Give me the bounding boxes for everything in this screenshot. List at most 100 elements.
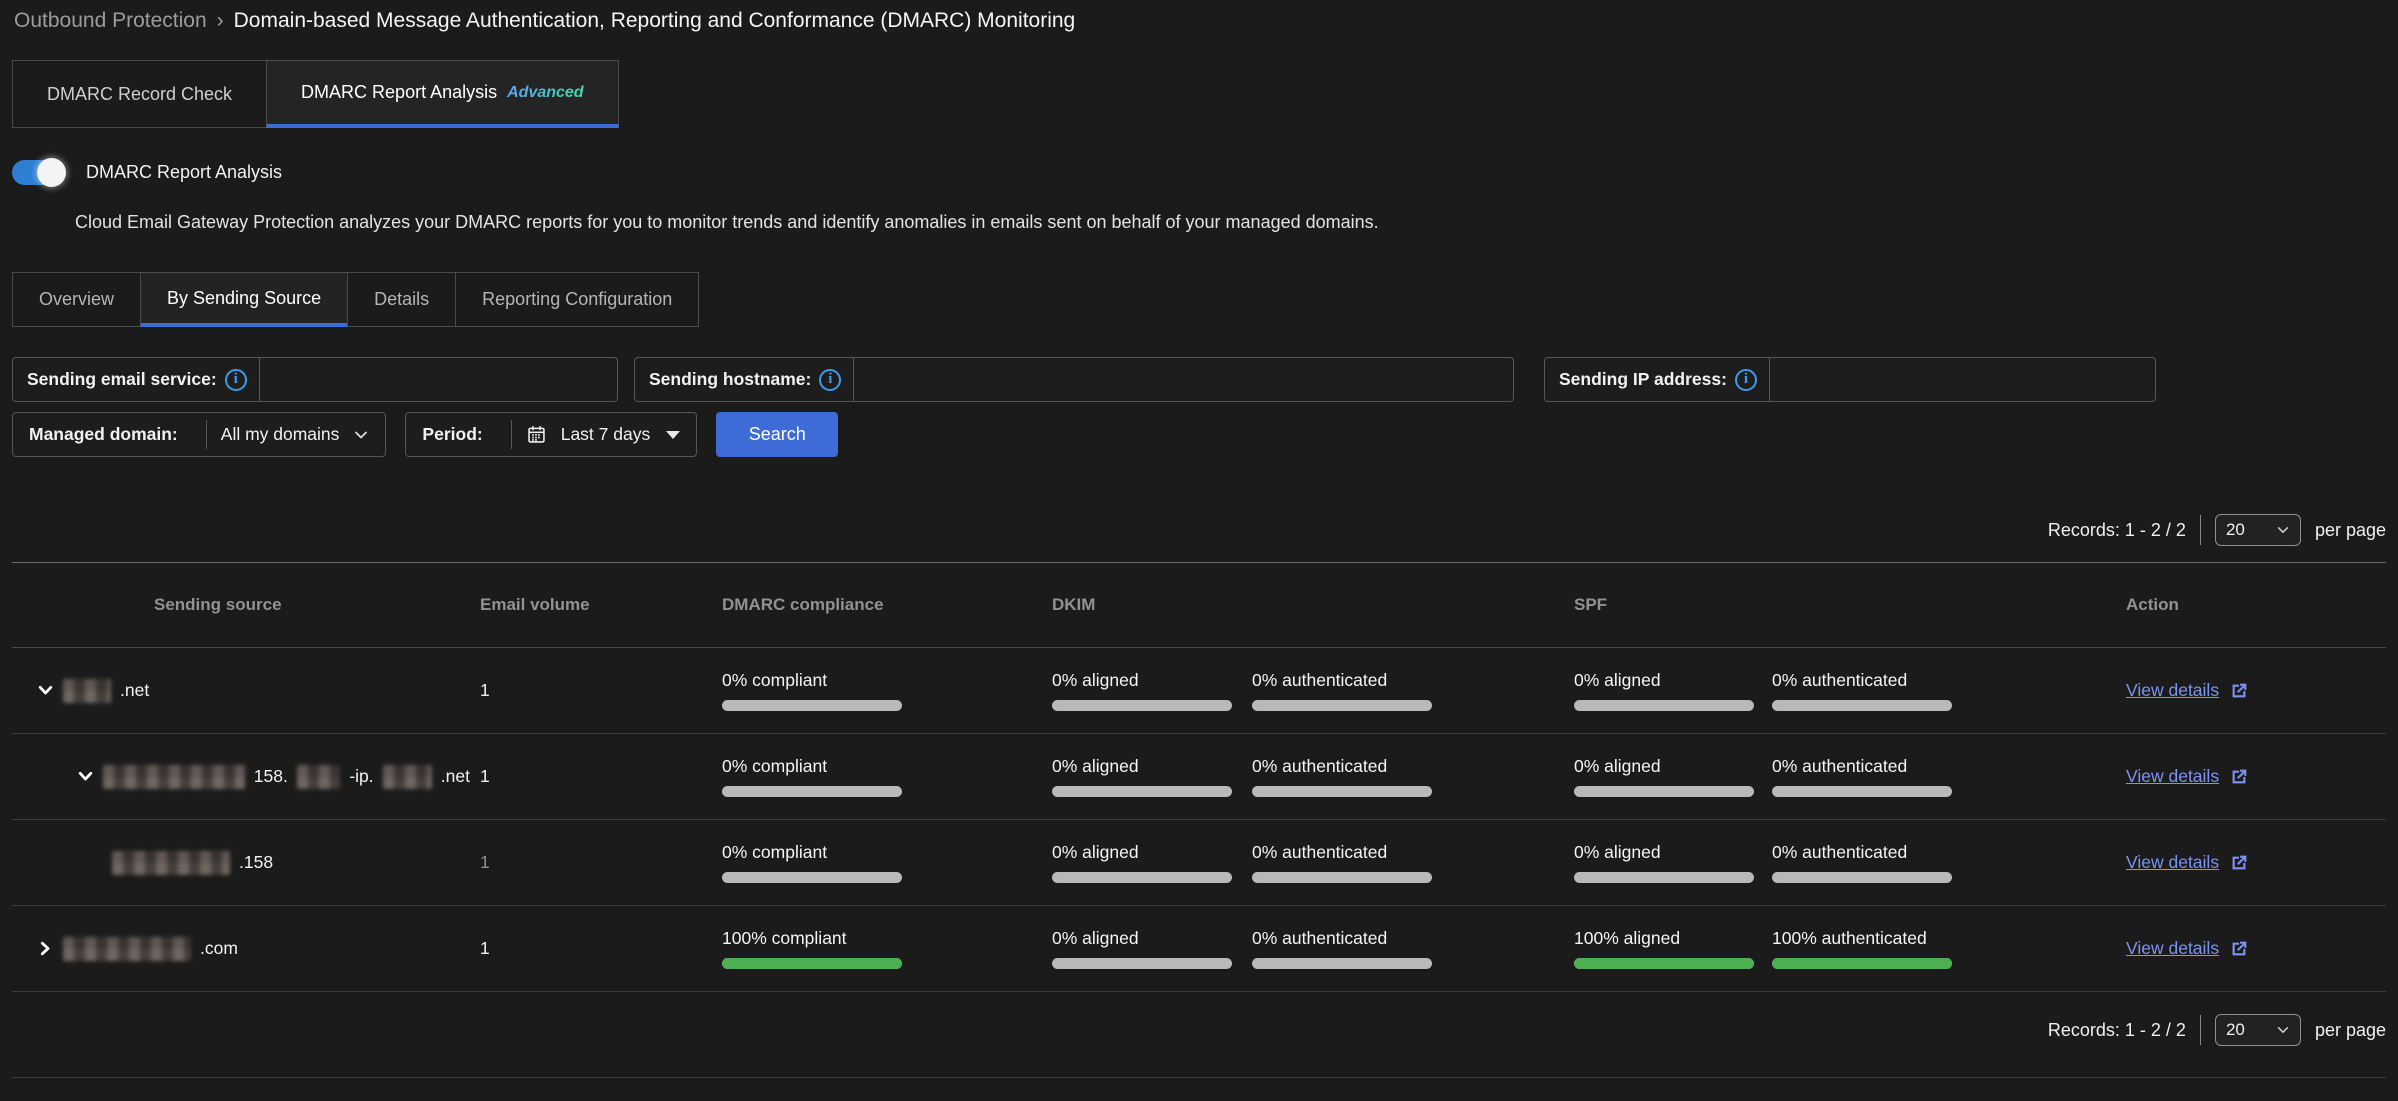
view-details-link[interactable]: View details bbox=[2126, 852, 2219, 873]
spf-authenticated-cell: 0% authenticated bbox=[1762, 670, 2092, 711]
feature-description: Cloud Email Gateway Protection analyzes … bbox=[75, 212, 1379, 233]
email-volume-cell: 1 bbox=[470, 852, 712, 873]
filter-row-actions: Managed domain: All my domains Period: bbox=[12, 412, 838, 457]
table-row: .com1100% compliant0% aligned0% authenti… bbox=[12, 906, 2386, 992]
redacted-text bbox=[103, 765, 245, 789]
metric-bar-fill bbox=[1574, 958, 1754, 969]
sub-tab-by-sending-source[interactable]: By Sending Source bbox=[140, 272, 347, 327]
redacted-text bbox=[63, 937, 191, 961]
metric-label: 0% aligned bbox=[1574, 756, 1762, 777]
metric-label: 0% compliant bbox=[722, 670, 1042, 691]
view-details-link[interactable]: View details bbox=[2126, 680, 2219, 701]
sending-source-cell: .net bbox=[12, 679, 470, 703]
info-icon[interactable]: i bbox=[225, 369, 247, 391]
metric-bar bbox=[1574, 872, 1754, 883]
dmarc-compliance-cell: 100% compliant bbox=[712, 928, 1042, 969]
email-volume-cell: 1 bbox=[470, 680, 712, 701]
collapse-chevron-icon[interactable] bbox=[76, 768, 94, 785]
metric-bar bbox=[722, 872, 902, 883]
metric-bar bbox=[722, 700, 902, 711]
page-size-select[interactable]: 20 bbox=[2215, 514, 2301, 546]
action-cell: View details bbox=[2092, 938, 2386, 960]
sub-tab-details[interactable]: Details bbox=[347, 272, 455, 327]
expand-chevron-icon[interactable] bbox=[36, 940, 54, 957]
redacted-text bbox=[112, 851, 230, 875]
redacted-text bbox=[297, 765, 340, 789]
pagination-top: Records: 1 - 2 / 2 20 per page bbox=[2048, 514, 2386, 546]
col-spf: SPF bbox=[1564, 595, 1762, 615]
divider bbox=[2200, 1015, 2201, 1045]
filter-row-fields: Sending email service: i Sending hostname:… bbox=[12, 357, 2156, 402]
dmarc-report-analysis-toggle[interactable] bbox=[12, 160, 64, 185]
chevron-down-icon bbox=[353, 427, 369, 443]
external-link-icon[interactable] bbox=[2228, 680, 2250, 702]
spf-aligned-cell: 0% aligned bbox=[1564, 842, 1762, 883]
info-icon[interactable]: i bbox=[819, 369, 841, 391]
view-details-link[interactable]: View details bbox=[2126, 766, 2219, 787]
page-size-value: 20 bbox=[2226, 1020, 2245, 1040]
sending-ip-address-input[interactable] bbox=[1770, 358, 2155, 401]
table-row: .net10% compliant0% aligned0% authentica… bbox=[12, 648, 2386, 734]
sub-tab-reporting-configuration[interactable]: Reporting Configuration bbox=[455, 272, 699, 327]
sending-email-service-input[interactable] bbox=[260, 358, 617, 401]
managed-domain-select[interactable]: Managed domain: All my domains bbox=[12, 412, 386, 457]
metric-label: 0% authenticated bbox=[1252, 756, 1564, 777]
tab-label: Details bbox=[374, 289, 429, 310]
sub-tab-overview[interactable]: Overview bbox=[12, 272, 140, 327]
managed-domain-value: All my domains bbox=[221, 424, 340, 445]
period-label: Period: bbox=[422, 424, 482, 445]
filter-label: Sending email service: bbox=[27, 369, 217, 390]
period-select[interactable]: Period: Last 7 days bbox=[405, 412, 697, 457]
filter-field-sending-email-service: Sending email service: i bbox=[12, 357, 618, 402]
metric-label: 0% authenticated bbox=[1772, 670, 2092, 691]
info-icon[interactable]: i bbox=[1735, 369, 1757, 391]
external-link-icon[interactable] bbox=[2228, 852, 2250, 874]
sending-hostname-input[interactable] bbox=[854, 358, 1513, 401]
redacted-text bbox=[383, 765, 432, 789]
dkim-aligned-cell: 0% aligned bbox=[1042, 928, 1242, 969]
external-link-icon[interactable] bbox=[2228, 766, 2250, 788]
breadcrumb-parent-link[interactable]: Outbound Protection bbox=[14, 9, 207, 32]
divider bbox=[2200, 515, 2201, 545]
metric-label: 0% aligned bbox=[1052, 756, 1242, 777]
source-text: .net bbox=[441, 766, 470, 787]
source-text: .com bbox=[200, 938, 238, 959]
metric-bar bbox=[1772, 958, 1952, 969]
per-page-label: per page bbox=[2315, 1020, 2386, 1041]
main-tab-bar: DMARC Record CheckDMARC Report AnalysisA… bbox=[12, 60, 619, 128]
metric-label: 0% aligned bbox=[1574, 670, 1762, 691]
collapse-chevron-icon[interactable] bbox=[36, 682, 54, 699]
spf-aligned-cell: 0% aligned bbox=[1564, 670, 1762, 711]
metric-label: 0% authenticated bbox=[1252, 670, 1564, 691]
toggle-knob bbox=[37, 158, 66, 187]
main-tab-dmarc-report-analysis[interactable]: DMARC Report AnalysisAdvanced bbox=[266, 60, 619, 128]
view-details-link[interactable]: View details bbox=[2126, 938, 2219, 959]
caret-down-icon bbox=[666, 431, 680, 439]
table-header: Sending source Email volume DMARC compli… bbox=[12, 562, 2386, 648]
source-text: .net bbox=[120, 680, 149, 701]
metric-bar bbox=[1772, 872, 1952, 883]
main-tab-dmarc-record-check[interactable]: DMARC Record Check bbox=[12, 60, 266, 128]
metric-label: 100% compliant bbox=[722, 928, 1042, 949]
page-size-select[interactable]: 20 bbox=[2215, 1014, 2301, 1046]
chevron-down-icon bbox=[2276, 523, 2290, 537]
dmarc-compliance-cell: 0% compliant bbox=[712, 842, 1042, 883]
dkim-aligned-cell: 0% aligned bbox=[1042, 670, 1242, 711]
search-button[interactable]: Search bbox=[716, 412, 838, 457]
source-text: 158. bbox=[254, 766, 288, 787]
tab-label: Overview bbox=[39, 289, 114, 310]
filter-label: Sending hostname: bbox=[649, 369, 811, 390]
external-link-icon[interactable] bbox=[2228, 938, 2250, 960]
metric-bar bbox=[1574, 786, 1754, 797]
tab-label: Reporting Configuration bbox=[482, 289, 672, 310]
divider bbox=[511, 420, 512, 449]
divider bbox=[206, 420, 207, 449]
spf-authenticated-cell: 0% authenticated bbox=[1762, 756, 2092, 797]
page-title: Domain-based Message Authentication, Rep… bbox=[234, 9, 1076, 32]
metric-label: 0% aligned bbox=[1052, 842, 1242, 863]
breadcrumb: Outbound Protection›Domain-based Message… bbox=[14, 6, 1075, 36]
metric-label: 0% authenticated bbox=[1772, 842, 2092, 863]
dmarc-monitoring-page: Outbound Protection›Domain-based Message… bbox=[0, 0, 2398, 1101]
managed-domain-label: Managed domain: bbox=[29, 424, 178, 445]
dkim-authenticated-cell: 0% authenticated bbox=[1242, 928, 1564, 969]
